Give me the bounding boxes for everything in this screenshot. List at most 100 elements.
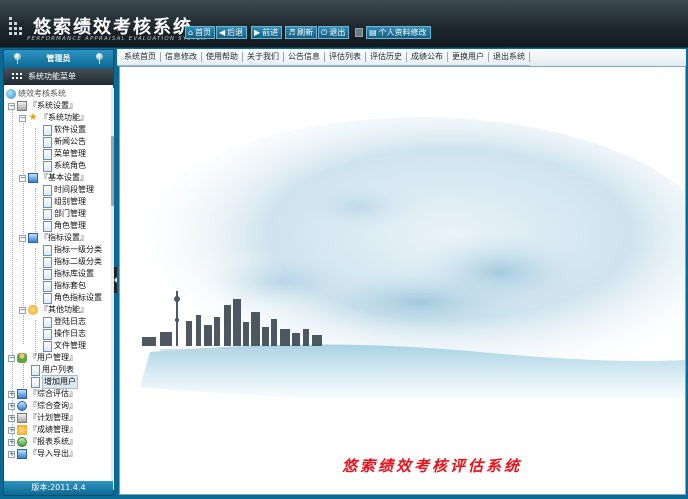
collapse-toggle-icon[interactable]: − [19, 114, 26, 122]
splash-image: 悠索绩效考核评估系统 [120, 67, 685, 494]
tree-label: 登陆日志 [54, 317, 86, 326]
tree-item-group-mgmt[interactable]: 组别管理 [43, 196, 86, 208]
power-icon: ⏻ [321, 28, 328, 37]
expand-toggle-icon[interactable]: + [8, 402, 15, 410]
expand-toggle-icon[interactable]: + [8, 426, 15, 434]
page-icon [43, 136, 52, 148]
tree-system-functions[interactable]: − ★ 『系统功能』 [19, 112, 88, 124]
tree-label: 操作日志 [54, 329, 86, 338]
tree-item-add-user[interactable]: 增加用户 [31, 375, 78, 389]
nav-info-edit[interactable]: 信息修改 [161, 52, 202, 62]
collapse-toggle-icon[interactable]: − [19, 306, 26, 314]
header: 悠索绩效考核系统 PERFORMANCE APPRAISAL EVALUATIO… [0, 0, 688, 48]
tree-label: 时间段管理 [54, 185, 94, 194]
tree-item-news[interactable]: 新闻公告 [43, 136, 86, 148]
tree-other-functions[interactable]: − 『其他功能』 [19, 304, 88, 316]
tree-indicator-settings[interactable]: − 『指标设置』 [19, 232, 88, 244]
tree-item-login-log[interactable]: 登陆日志 [43, 316, 86, 328]
tree-label: 『其他功能』 [40, 305, 88, 314]
tree-item-menu-mgmt[interactable]: 菜单管理 [43, 148, 86, 160]
tree-label: 指标套包 [54, 281, 86, 290]
tree-user-mgmt[interactable]: − 『用户管理』 [8, 352, 77, 364]
tree-label: 指标二级分类 [54, 257, 102, 266]
tree-item-system-roles[interactable]: 系统角色 [43, 160, 86, 172]
tree-item-file-mgmt[interactable]: 文件管理 [43, 340, 86, 352]
nav-about[interactable]: 关于我们 [243, 52, 284, 62]
tree-item-role-indicator[interactable]: 角色指标设置 [43, 292, 102, 304]
app-window: 悠索绩效考核系统 PERFORMANCE APPRAISAL EVALUATIO… [0, 0, 688, 499]
profile-edit-button-label: 个人资料修改 [378, 28, 427, 37]
tree-label: 系统角色 [54, 161, 86, 170]
refresh-button[interactable]: ♬ 刷新 [285, 26, 318, 39]
tree-system-settings[interactable]: − 『系统设置』 [8, 100, 77, 112]
tree-label: 『综合查询』 [29, 401, 77, 410]
tree-report-system[interactable]: + 『报表系统』 [8, 436, 77, 448]
tree-plan-mgmt[interactable]: + 『计划管理』 [8, 412, 77, 424]
nav-announcements[interactable]: 公告信息 [284, 52, 325, 62]
pie-chart-icon [17, 437, 27, 447]
logout-button[interactable]: ⏻ 退出 [318, 26, 350, 39]
tree-score-mgmt[interactable]: + 『成绩管理』 [8, 424, 77, 436]
page-icon [43, 160, 52, 172]
page-icon [43, 244, 52, 256]
nav-scores[interactable]: 成绩公布 [407, 52, 448, 62]
star-folder-icon: ★ [28, 112, 38, 123]
tree-item-indicator-l2[interactable]: 指标二级分类 [43, 256, 102, 268]
nav-evaluation-history[interactable]: 评估历史 [366, 52, 407, 62]
tree-label: 软件设置 [54, 125, 86, 134]
role-label: 管理员 [46, 54, 71, 63]
page-icon [43, 340, 52, 352]
page-icon [31, 376, 40, 388]
expand-toggle-icon[interactable]: + [8, 438, 15, 446]
tree-item-indicator-library[interactable]: 指标库设置 [43, 268, 94, 280]
collapse-toggle-icon[interactable]: − [8, 102, 15, 110]
tree-comprehensive-eval[interactable]: + 『综合评估』 [8, 388, 77, 400]
page-icon [43, 124, 52, 136]
tree-root[interactable]: 绩效考核系统 [6, 88, 66, 100]
tree-item-software-settings[interactable]: 软件设置 [43, 124, 86, 136]
tree-import-export[interactable]: + 『导入导出』 [8, 448, 77, 460]
tree-label: 『基本设置』 [40, 173, 88, 182]
expand-toggle-icon[interactable]: + [8, 414, 15, 422]
collapse-toggle-icon[interactable]: − [19, 174, 26, 182]
calendar-folder-icon [28, 173, 38, 183]
back-button[interactable]: ◀ 后退 [216, 26, 248, 39]
orange-folder-icon [28, 305, 38, 315]
tree-item-operation-log[interactable]: 操作日志 [43, 328, 86, 340]
sidebar-collapse-handle[interactable] [114, 267, 117, 293]
tree-label: 『综合评估』 [29, 389, 77, 398]
nav-help[interactable]: 使用帮助 [202, 52, 243, 62]
collapse-toggle-icon[interactable]: − [8, 354, 15, 362]
profile-edit-button[interactable]: ▤ 个人资料修改 [366, 26, 431, 39]
tree-item-indicator-package[interactable]: 指标套包 [43, 280, 86, 292]
nav-evaluation-list[interactable]: 评估列表 [325, 52, 366, 62]
forward-button[interactable]: ▶ 前进 [251, 26, 283, 39]
menu-title-bar: 系统功能菜单 [4, 68, 113, 85]
page-icon [43, 208, 52, 220]
page-icon [43, 280, 52, 292]
collapse-toggle-icon[interactable]: − [19, 234, 26, 242]
tree-label: 部门管理 [54, 209, 86, 218]
tree-item-time-period[interactable]: 时间段管理 [43, 184, 94, 196]
function-tree: 绩效考核系统 − 『系统设置』 − ★ 『系统功能』 软件设置 新闻公告 菜单管… [6, 88, 110, 488]
tree-label: 指标一级分类 [54, 245, 102, 254]
menu-grid-icon [12, 73, 22, 81]
tree-item-indicator-l1[interactable]: 指标一级分类 [43, 244, 102, 256]
expand-toggle-icon[interactable]: + [8, 390, 15, 398]
nav-exit-system[interactable]: 退出系统 [489, 52, 530, 62]
tree-item-role-mgmt[interactable]: 角色管理 [43, 220, 86, 232]
tree-basic-settings[interactable]: − 『基本设置』 [19, 172, 88, 184]
nav-switch-user[interactable]: 更换用户 [448, 52, 489, 62]
version-label: 版本:2011.4.4 [4, 481, 113, 495]
tree-comprehensive-query[interactable]: + 『综合查询』 [8, 400, 77, 412]
user-icon [17, 353, 27, 363]
top-nav: 系统首页 信息修改 使用帮助 关于我们 公告信息 评估列表 评估历史 成绩公布 … [117, 48, 686, 66]
expand-toggle-icon[interactable]: + [8, 450, 15, 458]
page-icon [43, 268, 52, 280]
tree-item-dept-mgmt[interactable]: 部门管理 [43, 208, 86, 220]
home-button[interactable]: ⌂ 首页 [185, 26, 216, 39]
scrollbar-thumb[interactable] [111, 136, 114, 206]
settings-folder-icon [17, 101, 27, 111]
nav-home[interactable]: 系统首页 [120, 52, 161, 62]
tree-label: 『导入导出』 [29, 449, 77, 458]
